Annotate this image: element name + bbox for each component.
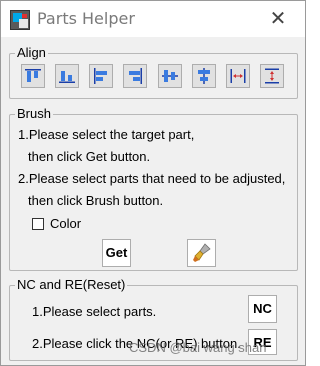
brush-instruction-1: 1.Please select the target part,: [18, 127, 195, 142]
brush-group: Brush 1.Please select the target part, t…: [9, 106, 298, 271]
nc-re-group-label: NC and RE(Reset): [15, 277, 128, 293]
center-horizontal-icon: [162, 70, 178, 82]
center-vertical-button[interactable]: [192, 64, 216, 88]
nc-button[interactable]: NC: [248, 295, 277, 323]
align-bottom-icon: [59, 71, 75, 83]
nc-re-instruction-1: 1.Please select parts.: [32, 304, 157, 319]
align-left-icon: [94, 68, 107, 84]
get-button[interactable]: Get: [102, 239, 131, 267]
align-group: Align: [9, 45, 298, 99]
brush-group-label: Brush: [15, 106, 53, 122]
distribute-vertical-button[interactable]: [260, 64, 284, 88]
align-top-icon: [25, 69, 41, 82]
paintbrush-icon: [193, 243, 211, 262]
brush-button[interactable]: [187, 239, 216, 267]
window-title: Parts Helper: [37, 9, 135, 28]
distribute-horizontal-button[interactable]: [226, 64, 250, 88]
align-bottom-button[interactable]: [55, 64, 79, 88]
align-left-button[interactable]: [89, 64, 113, 88]
app-icon: [10, 10, 30, 30]
align-right-button[interactable]: [123, 64, 147, 88]
align-group-label: Align: [15, 45, 48, 61]
brush-instruction-4: then click Brush button.: [28, 193, 164, 208]
brush-instruction-3: 2.Please select parts that need to be ad…: [18, 171, 286, 186]
color-checkbox-label: Color: [50, 216, 82, 231]
align-top-button[interactable]: [21, 64, 45, 88]
brush-instruction-2: then click Get button.: [28, 149, 151, 164]
center-vertical-icon: [198, 68, 210, 84]
close-button[interactable]: ✕: [263, 5, 293, 31]
center-horizontal-button[interactable]: [158, 64, 182, 88]
title-bar: Parts Helper ✕: [1, 1, 305, 37]
distribute-vertical-icon: [265, 68, 279, 84]
distribute-horizontal-icon: [230, 69, 246, 83]
parts-helper-window: Parts Helper ✕ Align Brush 1.Please sele…: [0, 0, 306, 366]
watermark: CSDN @bai wang shan: [129, 340, 267, 355]
align-right-icon: [129, 68, 142, 84]
color-checkbox[interactable]: [32, 218, 44, 230]
